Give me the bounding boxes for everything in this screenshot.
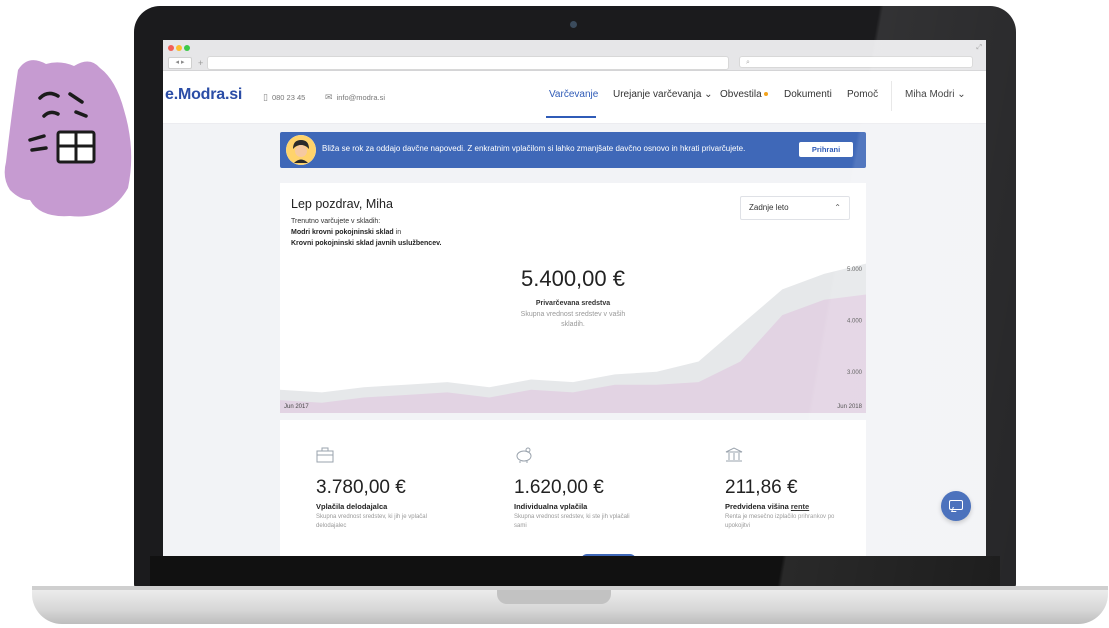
greeting: Lep pozdrav, Miha (291, 197, 393, 211)
y-tick-label: 3.000 (847, 370, 863, 376)
stat-individual-value: 1.620,00 € (514, 477, 604, 498)
phone-number: 080 23 45 (271, 93, 306, 102)
fund-1: Modri krovni pokojninski sklad (291, 229, 394, 236)
email-address: info@modra.si (336, 93, 386, 102)
stat-individual-desc: Skupna vrednost sredstev, ki ste jih vpl… (514, 514, 630, 529)
save-now-button[interactable]: Prihrani (799, 142, 853, 157)
maximize-window-icon[interactable] (184, 45, 190, 51)
address-bar[interactable]: + (198, 56, 729, 70)
chat-button[interactable] (941, 491, 971, 521)
menu-obvestila-label: Obvestila (720, 89, 762, 100)
bank-icon (725, 447, 743, 468)
funds-conjunction: in (395, 229, 402, 236)
camera-icon (570, 21, 577, 28)
rente-link[interactable]: rente (791, 502, 809, 511)
screen: ◂ ▸ + ⌕ ⤢ e.Modra.si ▯ 080 23 45 ✉ info@… (163, 40, 986, 556)
menu-pomoc[interactable]: Pomoč (847, 89, 878, 100)
stat-employer-title: Vplačila delodajalca (316, 502, 388, 511)
minimize-window-icon[interactable] (176, 45, 182, 51)
tax-notice-banner: Bliža se rok za oddajo davčne napovedi. … (280, 132, 866, 168)
chat-icon (949, 500, 963, 510)
stat-employer-value: 3.780,00 € (316, 477, 406, 498)
laptop-notch (497, 590, 611, 604)
search-icon: ⌕ (746, 59, 750, 66)
user-menu[interactable]: Miha Modri ⌄ (905, 89, 966, 100)
menu-dokumenti[interactable]: Dokumenti (784, 89, 832, 100)
browser-chrome: ◂ ▸ + ⌕ ⤢ (163, 40, 986, 71)
stat-pension-title: Predvidena višina rente (725, 502, 809, 511)
menu-urejanje-varcevanja[interactable]: Urejanje varčevanja ⌄ (613, 89, 713, 100)
fund-2: Krovni pokojninski sklad javnih uslužben… (291, 240, 442, 247)
menu-obvestila[interactable]: Obvestila (720, 89, 768, 100)
stat-employer-desc: Skupna vrednost sredstev, ki jih je vpla… (316, 514, 427, 529)
stat-pension-value: 211,86 € (725, 477, 798, 498)
x-start-label: Jun 2017 (284, 404, 309, 410)
briefcase-icon (316, 447, 334, 468)
y-tick-label: 4.000 (847, 318, 863, 324)
savings-summary-card: 5.000 4.000 3.000 Jun 2017 Jun 2018 Lep pozd… (280, 183, 866, 413)
select-arrows-icon: ⌃ (834, 203, 841, 212)
fullscreen-icon[interactable]: ⤢ (976, 44, 982, 52)
email-contact[interactable]: ✉ info@modra.si (325, 92, 385, 103)
header-divider (891, 81, 892, 111)
active-menu-indicator (546, 116, 596, 118)
funds-intro: Trenutno varčujete v skladih: (291, 218, 381, 225)
site-header: e.Modra.si ▯ 080 23 45 ✉ info@modra.si V… (163, 71, 986, 124)
mascot-illustration (4, 60, 132, 217)
stat-pension-desc: Renta je mesečno izplačilo prihrankov po… (725, 514, 835, 529)
total-savings-label: Privarčevana sredstva (535, 300, 611, 307)
x-end-label: Jun 2018 (837, 404, 862, 410)
total-savings-description: Skupna vrednost sredstev v vaših skladih… (520, 311, 626, 328)
period-select-value: Zadnje leto (749, 203, 789, 212)
menu-varcevanje[interactable]: Varčevanje (549, 89, 598, 100)
browser-search[interactable]: ⌕ (739, 56, 973, 68)
stat-individual-title: Individualna vplačila (514, 502, 588, 511)
mail-icon: ✉ (325, 92, 333, 102)
phone-contact[interactable]: ▯ 080 23 45 (263, 92, 305, 103)
piggy-bank-icon (514, 447, 534, 468)
back-forward-buttons[interactable]: ◂ ▸ (168, 57, 192, 69)
stats-card: 3.780,00 € Vplačila delodajalca Skupna v… (280, 420, 866, 556)
close-window-icon[interactable] (168, 45, 174, 51)
total-savings: 5.400,00 € (521, 266, 625, 291)
stat-pension-title-text: Predvidena višina (725, 502, 789, 511)
phone-icon: ▯ (263, 92, 268, 102)
logo[interactable]: e.Modra.si (165, 86, 242, 104)
funds-description: Trenutno varčujete v skladih: Modri krov… (291, 216, 441, 249)
advisor-avatar (286, 135, 316, 165)
partial-button[interactable] (581, 554, 636, 556)
period-select[interactable]: Zadnje leto ⌃ (740, 196, 850, 220)
new-tab-button[interactable]: + (198, 58, 203, 68)
notification-dot (763, 92, 768, 97)
banner-text: Bliža se rok za oddajo davčne napovedi. … (322, 144, 746, 153)
bezel (150, 556, 1000, 586)
